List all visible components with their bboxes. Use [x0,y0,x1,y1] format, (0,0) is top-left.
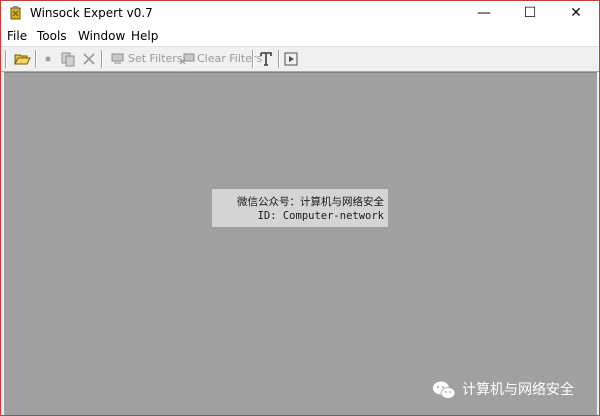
open-folder-icon[interactable] [13,50,31,68]
menu-tools[interactable]: Tools [37,28,67,44]
maximize-button[interactable]: ☐ [507,1,553,26]
title-bar[interactable]: Winsock Expert v0.7 — ☐ ✕ [1,1,599,26]
set-filters-label: Set Filters [128,52,183,65]
minimize-button[interactable]: — [461,1,507,26]
add-icon[interactable] [41,50,55,68]
toolbar: Set Filters Clear Filters [1,46,599,72]
toolbar-separator [252,50,254,68]
clear-filters-button[interactable]: Clear Filters [197,50,262,68]
menu-bar: File Tools Window Help [1,26,599,46]
menu-window[interactable]: Window [78,28,125,44]
close-button[interactable]: ✕ [553,1,599,26]
set-filters-button[interactable]: Set Filters [128,50,183,68]
menu-file[interactable]: File [7,28,27,44]
toolbar-separator [101,50,103,68]
text-view-icon[interactable] [258,50,274,68]
toolbar-separator [35,50,37,68]
wechat-account-line: 微信公众号：计算机与网络安全 [237,196,384,208]
play-icon[interactable] [283,50,299,68]
delete-icon[interactable] [81,50,97,68]
wechat-info-box: 微信公众号：计算机与网络安全 ID: Computer-network [212,189,388,227]
toolbar-separator [278,50,280,68]
wechat-id-line: ID: Computer-network [257,210,384,222]
attach-process-icon[interactable] [59,50,77,68]
toolbar-separator [5,50,7,68]
main-window: Winsock Expert v0.7 — ☐ ✕ File Tools Win… [0,0,600,416]
window-title: Winsock Expert v0.7 [30,6,153,20]
watermark-text: 计算机与网络安全 [462,382,574,398]
set-filters-icon[interactable] [110,50,126,68]
mdi-client-area[interactable] [4,72,597,415]
clear-filters-icon[interactable] [178,50,196,68]
menu-help[interactable]: Help [131,28,158,44]
wechat-icon [433,381,456,399]
app-icon [10,6,21,20]
